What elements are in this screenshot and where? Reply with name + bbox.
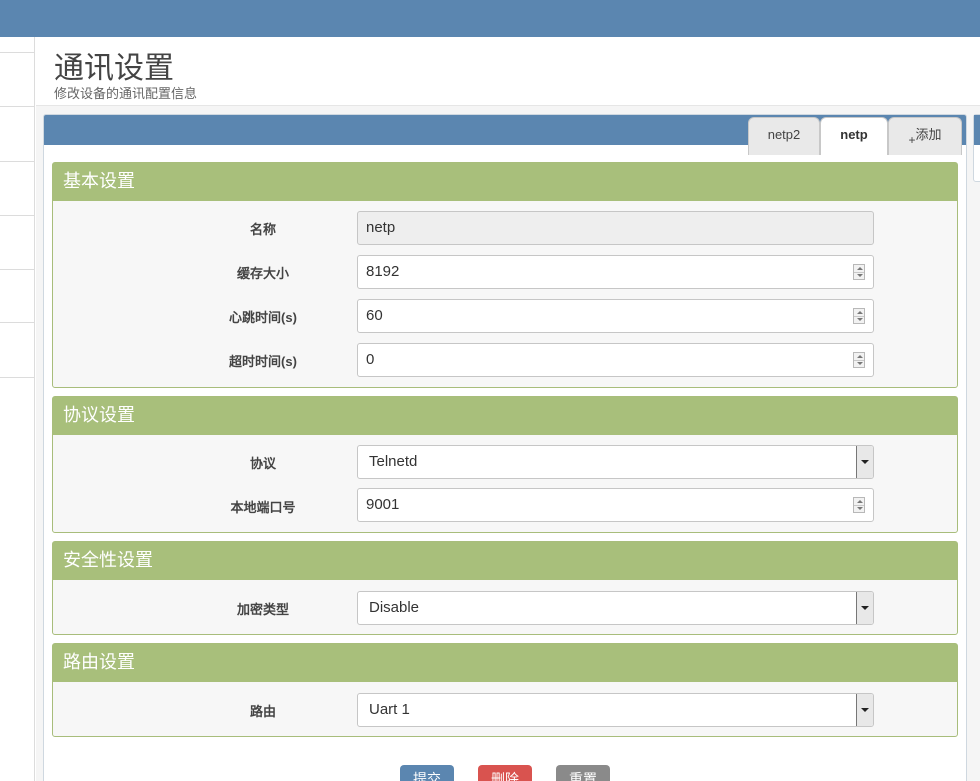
tab-add[interactable]: +添加 (888, 117, 962, 155)
sidebar-divider (0, 215, 35, 216)
sidebar-divider (0, 269, 35, 270)
timeout-label: 超时时间(s) (229, 354, 297, 369)
chevron-down-icon[interactable] (856, 592, 873, 624)
sidebar (0, 37, 35, 781)
section-basic: 基本设置 名称 netp 缓存大小 8192 心跳时间(s) 60 超时时间(s… (52, 162, 958, 388)
tab-label: netp2 (767, 127, 801, 142)
section-protocol: 协议设置 协议 Telnetd 本地端口号 9001 (52, 396, 958, 533)
heartbeat-label: 心跳时间(s) (229, 310, 297, 325)
spinner-icon[interactable] (853, 264, 865, 280)
spinner-icon[interactable] (853, 497, 865, 513)
cache-size-value: 8192 (366, 263, 400, 280)
cache-size-input[interactable]: 8192 (357, 255, 874, 289)
protocol-label: 协议 (249, 456, 276, 471)
protocol-select[interactable]: Telnetd (357, 445, 874, 479)
name-label: 名称 (249, 222, 276, 237)
delete-button[interactable]: 删除 (478, 765, 532, 781)
plus-icon: + (908, 133, 916, 147)
sidebar-divider (0, 322, 35, 323)
chevron-down-icon[interactable] (856, 446, 873, 478)
encrypt-type-select[interactable]: Disable (357, 591, 874, 625)
chevron-down-icon[interactable] (856, 694, 873, 726)
tab-label: 添加 (915, 127, 942, 142)
local-port-label: 本地端口号 (230, 500, 296, 515)
local-port-value: 9001 (366, 496, 400, 513)
page-title: 通讯设置 (54, 51, 174, 86)
submit-button[interactable]: 提交 (400, 765, 454, 781)
tab-label: netp (840, 127, 868, 142)
encrypt-type-value: Disable (369, 599, 420, 616)
top-navbar (0, 0, 980, 37)
tab-netp2[interactable]: netp2 (748, 117, 820, 155)
page-header: 通讯设置 修改设备的通讯配置信息 (36, 37, 980, 106)
cache-size-label: 缓存大小 (236, 266, 289, 281)
secondary-panel-edge (973, 114, 980, 182)
tab-netp[interactable]: netp (820, 117, 888, 155)
timeout-value: 0 (366, 351, 375, 368)
sidebar-divider (0, 106, 35, 107)
page-subtitle: 修改设备的通讯配置信息 (54, 86, 198, 101)
secondary-panel-header (974, 115, 980, 145)
section-security: 安全性设置 加密类型 Disable (52, 541, 958, 635)
route-select[interactable]: Uart 1 (357, 693, 874, 727)
spinner-icon[interactable] (853, 308, 865, 324)
section-title: 安全性设置 (53, 542, 957, 580)
sidebar-divider (0, 161, 35, 162)
name-field: netp (357, 211, 874, 245)
sidebar-divider (0, 52, 35, 53)
section-title: 协议设置 (53, 397, 957, 435)
section-title: 基本设置 (53, 163, 957, 201)
sidebar-divider (0, 377, 35, 378)
route-label: 路由 (249, 704, 276, 719)
name-value: netp (366, 219, 396, 236)
local-port-input[interactable]: 9001 (357, 488, 874, 522)
section-title: 路由设置 (53, 644, 957, 682)
heartbeat-input[interactable]: 60 (357, 299, 874, 333)
reset-button[interactable]: 重置 (556, 765, 610, 781)
heartbeat-value: 60 (366, 307, 383, 324)
section-routing: 路由设置 路由 Uart 1 (52, 643, 958, 737)
timeout-input[interactable]: 0 (357, 343, 874, 377)
encrypt-type-label: 加密类型 (236, 602, 289, 617)
protocol-value: Telnetd (369, 453, 418, 470)
spinner-icon[interactable] (853, 352, 865, 368)
route-value: Uart 1 (369, 701, 410, 718)
